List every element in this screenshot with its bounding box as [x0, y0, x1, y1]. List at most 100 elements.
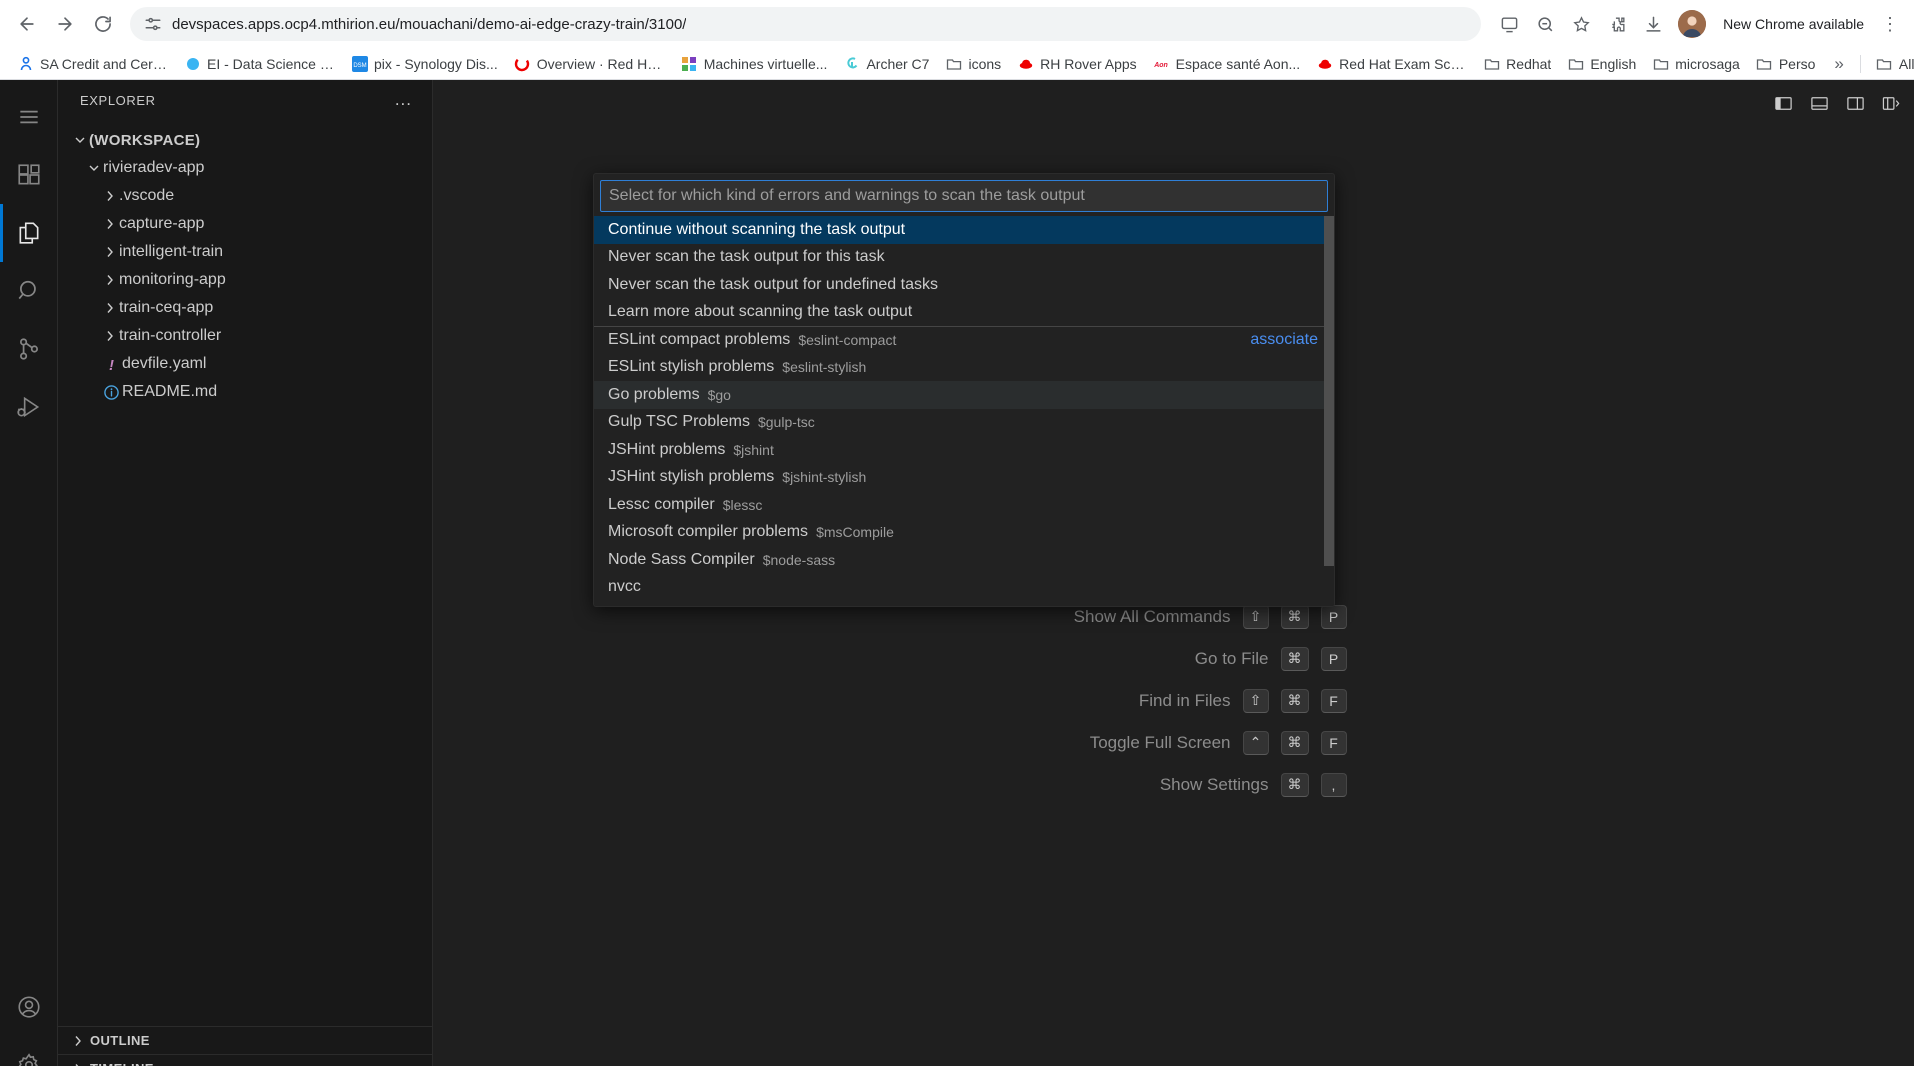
- explorer-more-actions-icon[interactable]: ...: [395, 90, 412, 110]
- associate-button[interactable]: associate: [1250, 331, 1318, 349]
- bookmark-label: Espace santé Aon...: [1176, 56, 1301, 72]
- bookmark-item[interactable]: RH Rover Apps: [1010, 52, 1143, 75]
- zoom-icon[interactable]: [1529, 8, 1561, 40]
- extensions-icon[interactable]: [0, 146, 58, 204]
- tree-item-train-ceq-app[interactable]: train-ceq-app: [58, 294, 432, 322]
- gear-icon[interactable]: [0, 1036, 58, 1066]
- account-icon[interactable]: [0, 978, 58, 1036]
- chevron-right-icon[interactable]: [100, 243, 119, 262]
- address-bar[interactable]: devspaces.apps.ocp4.mthirion.eu/mouachan…: [130, 7, 1481, 41]
- tree-item-train-controller[interactable]: train-controller: [58, 322, 432, 350]
- bookmark-folder[interactable]: microsaga: [1645, 52, 1747, 75]
- key-cap: F: [1321, 731, 1347, 755]
- quick-pick-item[interactable]: JSHint problems $jshint: [594, 436, 1334, 464]
- quick-pick-item[interactable]: Continue without scanning the task outpu…: [594, 216, 1334, 244]
- tree-item-devfile-yaml[interactable]: ! devfile.yaml: [58, 350, 432, 378]
- bookmark-item[interactable]: Red Hat Exam Sch...: [1309, 52, 1474, 75]
- run-debug-icon[interactable]: [0, 378, 58, 436]
- toggle-primary-sidebar-icon[interactable]: [1772, 92, 1794, 114]
- quick-pick-item[interactable]: ESLint stylish problems $eslint-stylish: [594, 354, 1334, 382]
- bookmark-item[interactable]: Overview · Red Ha...: [507, 52, 672, 75]
- folder-icon: [1567, 55, 1584, 72]
- new-chrome-available-button[interactable]: New Chrome available: [1715, 16, 1872, 32]
- folder-icon: [1876, 55, 1893, 72]
- quick-pick-dialog[interactable]: Continue without scanning the task outpu…: [593, 173, 1335, 607]
- chevron-right-icon[interactable]: [100, 187, 119, 206]
- chevron-down-icon[interactable]: [84, 159, 103, 178]
- extensions-puzzle-icon[interactable]: [1601, 8, 1633, 40]
- tree-item-rivieradev-app[interactable]: rivieradev-app: [58, 154, 432, 182]
- chevron-right-icon[interactable]: [100, 271, 119, 290]
- bookmark-item[interactable]: Machines virtuelle...: [674, 52, 835, 75]
- bookmark-item[interactable]: Aon Espace santé Aon...: [1146, 52, 1308, 75]
- quick-pick-item[interactable]: Never scan the task output for this task: [594, 244, 1334, 272]
- bookmark-label: SA Credit and Cert...: [40, 56, 168, 72]
- bookmark-folder[interactable]: icons: [938, 52, 1008, 75]
- bookmark-star-icon[interactable]: [1565, 8, 1597, 40]
- toggle-panel-icon[interactable]: [1808, 92, 1830, 114]
- customize-layout-icon[interactable]: [1880, 92, 1902, 114]
- chevron-right-icon[interactable]: [100, 215, 119, 234]
- section-outline[interactable]: OUTLINE: [58, 1026, 432, 1054]
- explorer-files-icon[interactable]: [0, 204, 58, 262]
- downloads-icon[interactable]: [1637, 8, 1669, 40]
- tree-item-workspace[interactable]: (WORKSPACE): [58, 126, 432, 154]
- reload-button[interactable]: [86, 7, 120, 41]
- section-timeline[interactable]: TIMELINE: [58, 1054, 432, 1066]
- puzzle-icon: [681, 55, 698, 72]
- tree-item-readme-md[interactable]: README.md: [58, 378, 432, 406]
- chevron-right-icon[interactable]: [100, 327, 119, 346]
- search-icon[interactable]: [0, 262, 58, 320]
- bookmark-label: Perso: [1779, 56, 1816, 72]
- all-bookmarks-button[interactable]: All Bookmarks: [1869, 52, 1914, 75]
- explorer-header: EXPLORER ...: [58, 80, 432, 120]
- quick-pick-item[interactable]: Lessc compiler $lessc: [594, 491, 1334, 519]
- toggle-secondary-sidebar-icon[interactable]: [1844, 92, 1866, 114]
- back-button[interactable]: [10, 7, 44, 41]
- quick-pick-input[interactable]: [600, 180, 1328, 212]
- quick-pick-item[interactable]: Gulp TSC Problems $gulp-tsc: [594, 409, 1334, 437]
- bookmark-item[interactable]: SA Credit and Cert...: [10, 52, 175, 75]
- file-tree: (WORKSPACE) rivieradev-app .vscode: [58, 120, 432, 1026]
- tree-item-intelligent-train[interactable]: intelligent-train: [58, 238, 432, 266]
- site-settings-icon[interactable]: [144, 15, 162, 33]
- quick-pick-item[interactable]: Learn more about scanning the task outpu…: [594, 299, 1334, 327]
- bookmark-folder[interactable]: English: [1560, 52, 1643, 75]
- chevron-down-icon[interactable]: [70, 131, 89, 150]
- bookmarks-overflow-icon[interactable]: »: [1826, 54, 1851, 74]
- forward-button[interactable]: [48, 7, 82, 41]
- tree-item-vscode[interactable]: .vscode: [58, 182, 432, 210]
- tree-item-monitoring-app[interactable]: monitoring-app: [58, 266, 432, 294]
- bookmark-folder[interactable]: Redhat: [1476, 52, 1558, 75]
- quick-pick-item[interactable]: Go problems $go: [594, 381, 1334, 409]
- quick-pick-item[interactable]: TypeScript problems $tsc: [594, 601, 1334, 606]
- source-control-icon[interactable]: [0, 320, 58, 378]
- menu-icon[interactable]: [0, 88, 58, 146]
- bookmark-label: Redhat: [1506, 56, 1551, 72]
- quick-pick-list[interactable]: Continue without scanning the task outpu…: [594, 216, 1334, 606]
- bookmark-item[interactable]: DSM pix - Synology Dis...: [344, 52, 505, 75]
- avatar[interactable]: [1678, 10, 1706, 38]
- quick-pick-item[interactable]: Microsoft compiler problems $msCompile: [594, 519, 1334, 547]
- bookmark-item[interactable]: Archer C7: [836, 52, 936, 75]
- quick-pick-item[interactable]: ESLint compact problems $eslint-compact …: [594, 326, 1334, 354]
- cast-icon[interactable]: [1493, 8, 1525, 40]
- aon-icon: Aon: [1153, 55, 1170, 72]
- quick-pick-item[interactable]: Never scan the task output for undefined…: [594, 271, 1334, 299]
- chevron-right-icon[interactable]: [100, 299, 119, 318]
- bookmark-item[interactable]: EI - Data Science |...: [177, 52, 342, 75]
- chevron-right-icon: [70, 1033, 86, 1049]
- item-label: Continue without scanning the task outpu…: [608, 221, 905, 239]
- scrollbar-thumb[interactable]: [1324, 216, 1334, 566]
- tree-item-capture-app[interactable]: capture-app: [58, 210, 432, 238]
- activity-bar: [0, 80, 58, 1066]
- shortcut-hints: Show All Commands ⇧ ⌘ P Go to File ⌘ P F…: [1001, 605, 1347, 797]
- chrome-menu-icon[interactable]: ⋮: [1876, 14, 1904, 35]
- tree-item-label: README.md: [122, 383, 217, 401]
- quick-pick-item[interactable]: JSHint stylish problems $jshint-stylish: [594, 464, 1334, 492]
- quick-pick-item[interactable]: nvcc: [594, 574, 1334, 602]
- item-label: Learn more about scanning the task outpu…: [608, 303, 912, 321]
- shortcut-label: Go to File: [1039, 649, 1269, 669]
- bookmark-folder[interactable]: Perso: [1749, 52, 1823, 75]
- quick-pick-item[interactable]: Node Sass Compiler $node-sass: [594, 546, 1334, 574]
